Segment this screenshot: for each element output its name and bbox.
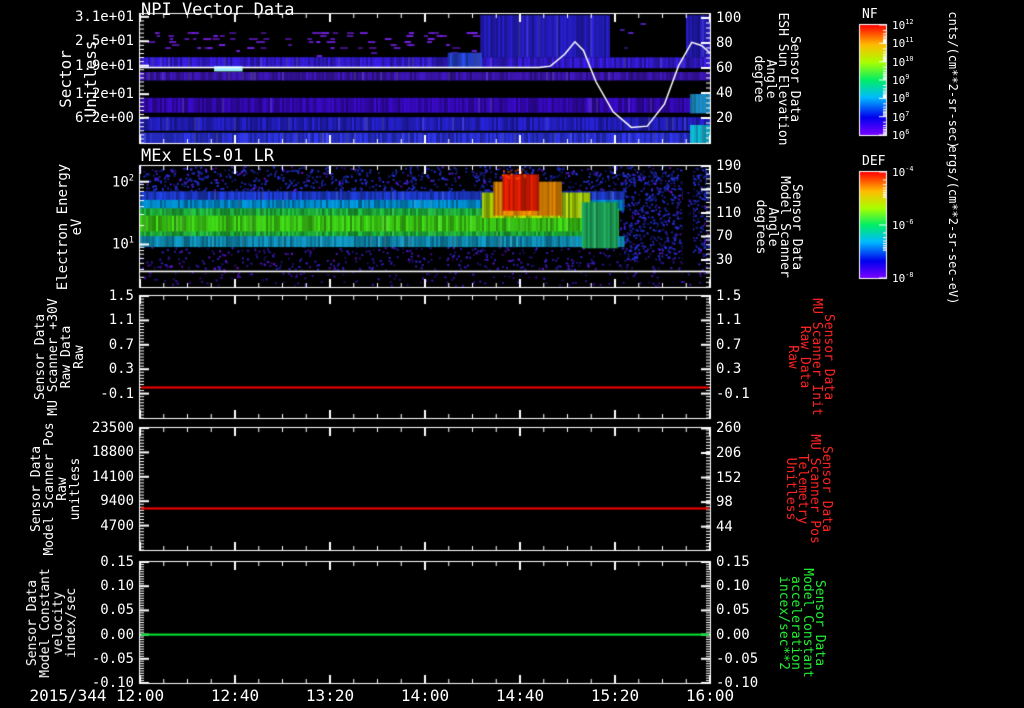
colorbar-tick-label: 10-8 bbox=[892, 271, 914, 285]
y-left-tick-label: 1.1 bbox=[108, 312, 134, 329]
x-tick-label: 12:40 bbox=[210, 686, 260, 705]
y-right-tick-label: -0.10 bbox=[716, 675, 759, 691]
panel-npi-left-axis-label: Sector Unitless bbox=[56, 39, 100, 118]
y-right-tick-label: 20 bbox=[716, 110, 733, 126]
y-right-tick-label: 98 bbox=[716, 494, 733, 511]
panel-model-constant-velocity-right-axis-label: Sensor Data Model Constant acceleration … bbox=[776, 567, 827, 678]
colorbar-def-title: DEF bbox=[862, 154, 886, 169]
y-right-tick-label: 110 bbox=[716, 204, 742, 221]
panel-mu-scanner-30v-left-axis-label: Sensor Data MU Scanner +30V Raw Data Raw bbox=[33, 298, 87, 416]
y-right-tick-label: 0.7 bbox=[716, 336, 742, 353]
y-left-tick-label: -0.1 bbox=[100, 385, 134, 402]
y-right-tick-label: 1.1 bbox=[716, 312, 742, 329]
colorbar-tick-label: 109 bbox=[892, 73, 910, 87]
colorbar-tick-label: 10-6 bbox=[892, 218, 914, 232]
panel-model-scanner-pos-left-axis-label: Sensor Data Model Scanner Pos Raw unitle… bbox=[29, 422, 83, 556]
y-left-tick-label: 0.7 bbox=[108, 336, 134, 353]
y-right-tick-label: 0.00 bbox=[716, 626, 750, 643]
science-multipanel-plot: NPI Vector Data MEx ELS-01 LR 2015/344 1… bbox=[0, 0, 1024, 708]
panel-els-right-axis-label: Sensor Data Model Scanner Angle degrees bbox=[753, 175, 804, 278]
y-left-tick-label: -0.10 bbox=[91, 675, 134, 691]
colorbar-unit-label: ergs/(cm**2-sr-sec-eV) bbox=[946, 145, 960, 305]
y-left-tick-label: 23500 bbox=[91, 420, 134, 436]
y-left-tick-label: -0.05 bbox=[91, 650, 134, 667]
y-left-tick-label: 0.05 bbox=[100, 602, 134, 619]
x-tick-label: 14:40 bbox=[495, 686, 545, 705]
y-left-tick-label: 3.1e+01 bbox=[74, 8, 134, 25]
panel-mu-scanner-30v-right-axis-label: Sensor Data MU Scanner Init Raw Data Raw bbox=[785, 298, 836, 416]
colorbar-tick-label: 107 bbox=[892, 109, 910, 124]
y-right-tick-label: 60 bbox=[716, 60, 733, 76]
y-right-tick-label: 150 bbox=[716, 181, 742, 198]
y-right-tick-label: 206 bbox=[716, 445, 742, 461]
panel-npi-right-axis-label: Sensor Data ESH Sun Elevation Angle degr… bbox=[751, 11, 802, 146]
y-right-tick-label: 70 bbox=[716, 228, 733, 245]
y-right-tick-label: 260 bbox=[716, 420, 742, 437]
panel-model-scanner-pos-right-axis-label: Sensor Data MU Scanner Pos Telemetry Uni… bbox=[783, 434, 834, 544]
panel-model-constant-velocity-left-axis-label: Sensor Data Model Constant velocity inde… bbox=[25, 567, 79, 678]
y-left-tick-label: 102 bbox=[111, 173, 134, 191]
plot-canvas bbox=[0, 0, 1024, 708]
y-left-tick-label: 0.3 bbox=[108, 361, 134, 378]
y-left-tick-label: 101 bbox=[111, 236, 134, 253]
y-right-tick-label: 0.05 bbox=[716, 602, 750, 619]
y-right-tick-label: -0.05 bbox=[716, 650, 759, 667]
x-tick-label: 13:20 bbox=[305, 686, 355, 705]
x-tick-label: 15:20 bbox=[590, 686, 640, 705]
y-right-tick-label: 0.3 bbox=[716, 361, 742, 378]
colorbar-tick-label: 1012 bbox=[892, 18, 914, 32]
y-left-tick-label: 4700 bbox=[100, 517, 134, 534]
y-left-tick-label: 1.5 bbox=[108, 288, 134, 304]
y-right-tick-label: 0.10 bbox=[716, 578, 750, 595]
colorbar-tick-label: 108 bbox=[892, 91, 910, 106]
y-left-tick-label: 0.10 bbox=[100, 578, 134, 595]
colorbar-nf-title: NF bbox=[862, 7, 878, 22]
y-right-tick-label: 1.5 bbox=[716, 288, 742, 304]
y-right-tick-label: -0.1 bbox=[716, 385, 750, 402]
y-right-tick-label: 30 bbox=[716, 251, 733, 268]
colorbar-tick-label: 106 bbox=[892, 128, 910, 142]
y-left-tick-label: 9400 bbox=[100, 493, 134, 510]
y-right-tick-label: 0.15 bbox=[716, 554, 750, 570]
y-right-tick-label: 44 bbox=[716, 518, 733, 535]
colorbar-tick-label: 1010 bbox=[892, 54, 914, 69]
panel-els-left-axis-label: Electron Energy eV bbox=[55, 163, 85, 290]
y-left-tick-label: 0.15 bbox=[100, 554, 134, 570]
y-left-tick-label: 0.00 bbox=[100, 626, 134, 643]
y-right-tick-label: 152 bbox=[716, 469, 742, 486]
colorbar-unit-label: cnts/(cm**2-sr-sec) bbox=[946, 11, 960, 149]
y-left-tick-label: 18800 bbox=[91, 444, 134, 461]
y-right-tick-label: 80 bbox=[716, 35, 733, 51]
x-tick-label: 14:00 bbox=[400, 686, 450, 705]
y-right-tick-label: 40 bbox=[716, 85, 733, 101]
panel-npi-title: NPI Vector Data bbox=[141, 0, 295, 20]
panel-els-title: MEx ELS-01 LR bbox=[141, 146, 275, 166]
colorbar-tick-label: 10-4 bbox=[892, 165, 914, 179]
y-left-tick-label: 14100 bbox=[91, 468, 134, 485]
y-right-tick-label: 190 bbox=[716, 158, 742, 174]
colorbar-tick-label: 1011 bbox=[892, 36, 914, 51]
y-right-tick-label: 100 bbox=[716, 10, 742, 26]
